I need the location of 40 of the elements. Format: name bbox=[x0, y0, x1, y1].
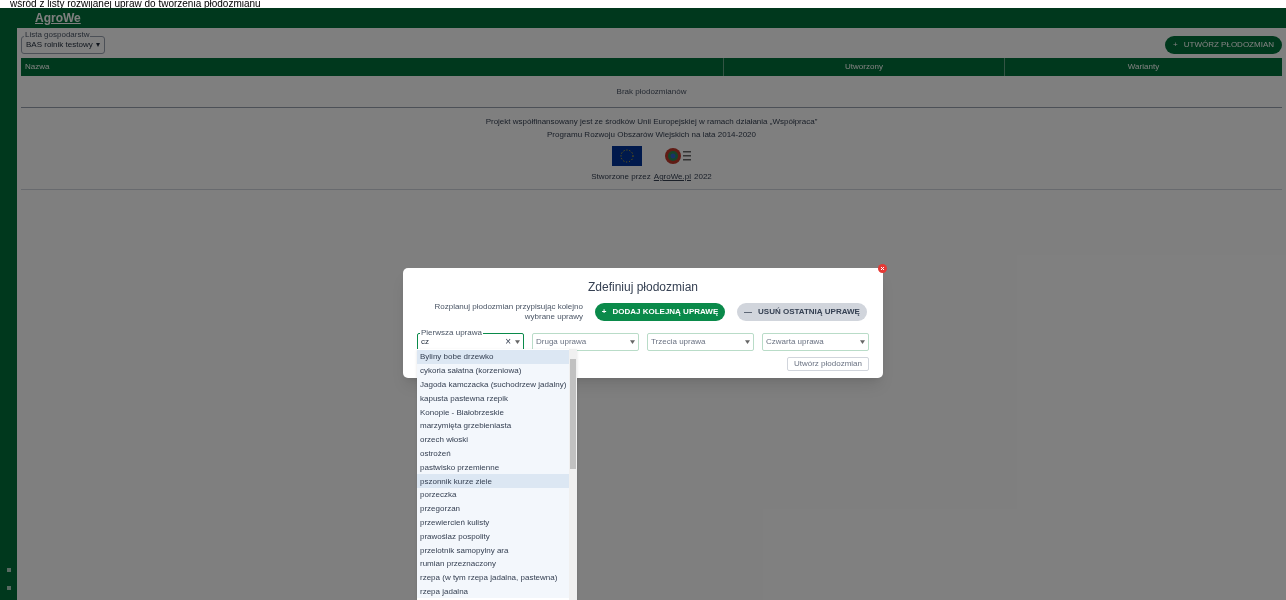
scrollbar[interactable] bbox=[569, 349, 577, 600]
caret-icon: ▾ bbox=[95, 39, 100, 51]
field-label: Pierwsza uprawa bbox=[420, 328, 483, 337]
dropdown-option[interactable]: pszonnik kurze ziele bbox=[417, 474, 570, 488]
create-button[interactable]: + UTWÓRZ PŁODOZMIAN bbox=[1165, 36, 1282, 54]
funding-text: Programu Rozwoju Obszarów Wiejskich na lata 2014-2020 bbox=[547, 129, 756, 141]
dropdown-option[interactable]: kapusta pastewna rzepik bbox=[417, 391, 570, 406]
funding-text: Projekt współfinansowany jest ze środków Unii Europejskiej w ramach działania „Współpraca” bbox=[485, 116, 818, 128]
select-value: BAS rolnik testowy bbox=[26, 39, 93, 51]
clear-icon[interactable]: × bbox=[505, 337, 511, 347]
field-label: Lista gospodarstw bbox=[24, 30, 91, 39]
caption-text: wśród z listy rozwijanej upraw do tworzenia płodozmianu bbox=[10, 0, 261, 9]
eu-flag-icon bbox=[611, 146, 642, 166]
modal-title: Zdefiniuj płodozmian bbox=[587, 279, 699, 296]
caret-icon[interactable] bbox=[860, 340, 865, 344]
column-header: Warianty bbox=[1004, 58, 1282, 76]
caret-icon[interactable] bbox=[515, 340, 520, 344]
modal-description: Rozplanuj płodozmian przypisując kolejno wybrane uprawy bbox=[433, 302, 583, 322]
add-crop-button[interactable]: + DODAJ KOLEJNĄ UPRAWĘ bbox=[595, 303, 725, 321]
select-placeholder: Czwarta uprawa bbox=[766, 336, 825, 348]
crop-select[interactable]: Trzecia uprawa bbox=[647, 333, 754, 351]
select-placeholder: Trzecia uprawa bbox=[651, 336, 707, 348]
dropdown-option[interactable]: Konopie - Białobrzeskie bbox=[417, 405, 570, 419]
crop-select[interactable]: Czwarta uprawa bbox=[762, 333, 869, 351]
close-icon[interactable] bbox=[878, 264, 887, 273]
column-header: Utworzony bbox=[723, 58, 1004, 76]
program-logo-icon bbox=[663, 146, 692, 166]
dropdown-option[interactable]: przelotnik samopylny ara bbox=[417, 543, 570, 557]
caret-icon[interactable] bbox=[745, 340, 750, 344]
credit-link[interactable]: AgroWe.pl bbox=[653, 171, 691, 183]
credit-year: 2022 bbox=[694, 171, 712, 183]
dropdown-option[interactable]: Byliny bobe drzewko bbox=[417, 350, 570, 364]
select-placeholder: Druga uprawa bbox=[536, 336, 588, 348]
dropdown-option[interactable]: prawoślaz pospolity bbox=[417, 529, 570, 544]
column-header: Nazwa bbox=[24, 61, 51, 73]
credit-text: Stworzone przez bbox=[591, 171, 651, 183]
empty-text: Brak płodozmianów bbox=[616, 85, 687, 98]
caret-icon[interactable] bbox=[630, 340, 635, 344]
select-value: cz bbox=[421, 336, 430, 348]
dropdown-option[interactable]: pastwisko przemienne bbox=[417, 460, 570, 475]
